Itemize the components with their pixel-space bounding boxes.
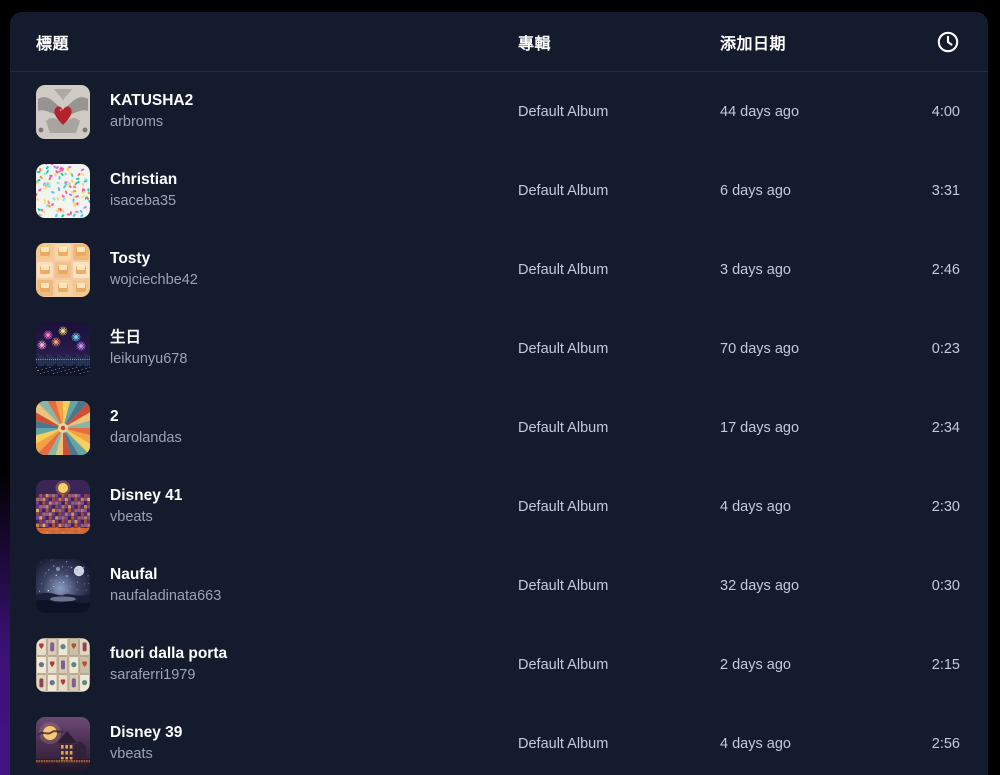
- track-duration: 2:30: [931, 498, 960, 515]
- winged-heart-artwork: [36, 84, 90, 139]
- track-row[interactable]: 2 darolandas Default Album 17 days ago 2…: [10, 388, 988, 467]
- pixel-castle-artwork: [36, 479, 90, 534]
- galaxy-night-artwork: [36, 558, 90, 613]
- tarot-cards-artwork: [36, 637, 90, 692]
- track-album[interactable]: Default Album: [518, 262, 608, 278]
- track-date-added: 44 days ago: [720, 103, 800, 120]
- radial-burst-artwork: [36, 400, 90, 455]
- track-duration: 2:15: [931, 656, 960, 673]
- track-date-added: 4 days ago: [720, 498, 791, 515]
- track-artist[interactable]: vbeats: [110, 746, 182, 763]
- track-meta: fuori dalla porta saraferri1979: [110, 645, 227, 683]
- track-date-added: 32 days ago: [720, 577, 800, 594]
- track-album[interactable]: Default Album: [518, 420, 608, 436]
- track-title: Christian: [110, 171, 178, 189]
- track-title: 生日: [110, 329, 142, 347]
- track-title: Naufal: [110, 566, 158, 584]
- app-window: 標題 專輯 添加日期 KATUSHA2 arbroms Default Albu…: [0, 0, 1000, 775]
- track-duration: 2:46: [931, 261, 960, 278]
- track-duration: 4:00: [931, 103, 960, 120]
- track-album[interactable]: Default Album: [518, 183, 608, 199]
- track-title-cell: 2 darolandas: [36, 400, 182, 455]
- track-date-added: 6 days ago: [720, 182, 791, 199]
- track-title-cell: Tosty wojciechbe42: [36, 242, 198, 297]
- track-list-header: 標題 專輯 添加日期: [10, 12, 988, 72]
- track-row[interactable]: Disney 41 vbeats Default Album 4 days ag…: [10, 467, 988, 546]
- track-title: 2: [110, 408, 119, 426]
- track-meta: 2 darolandas: [110, 408, 182, 446]
- track-meta: Naufal naufaladinata663: [110, 566, 221, 604]
- track-meta: Christian isaceba35: [110, 171, 177, 209]
- track-meta: Disney 41 vbeats: [110, 487, 182, 525]
- track-list-panel: 標題 專輯 添加日期 KATUSHA2 arbroms Default Albu…: [10, 12, 988, 775]
- track-list: KATUSHA2 arbroms Default Album 44 days a…: [10, 72, 988, 775]
- track-duration: 2:56: [931, 735, 960, 752]
- track-duration: 2:34: [931, 419, 960, 436]
- track-date-added: 17 days ago: [720, 419, 800, 436]
- track-title: Disney 41: [110, 487, 183, 505]
- track-meta: Disney 39 vbeats: [110, 724, 182, 762]
- track-date-added: 4 days ago: [720, 735, 791, 752]
- track-duration: 0:30: [931, 577, 960, 594]
- track-meta: Tosty wojciechbe42: [110, 250, 198, 288]
- track-artist[interactable]: wojciechbe42: [110, 272, 198, 289]
- column-header-album[interactable]: 專輯: [518, 30, 551, 54]
- track-title-cell: Disney 39 vbeats: [36, 716, 182, 771]
- toast-grid-artwork: [36, 242, 90, 297]
- clock-icon: [936, 30, 960, 54]
- column-header-date-added[interactable]: 添加日期: [720, 30, 786, 54]
- haunted-mansion-artwork: [36, 716, 90, 771]
- track-album[interactable]: Default Album: [518, 341, 608, 357]
- track-artist[interactable]: isaceba35: [110, 193, 177, 210]
- track-meta: 生日 leikunyu678: [110, 329, 187, 367]
- track-album[interactable]: Default Album: [518, 104, 608, 120]
- track-row[interactable]: fuori dalla porta saraferri1979 Default …: [10, 625, 988, 704]
- track-row[interactable]: Disney 39 vbeats Default Album 4 days ag…: [10, 704, 988, 775]
- track-title: Tosty: [110, 250, 151, 268]
- fireworks-artwork: [36, 321, 90, 376]
- column-header-duration[interactable]: [936, 30, 960, 54]
- track-artist[interactable]: leikunyu678: [110, 351, 187, 368]
- track-artist[interactable]: darolandas: [110, 430, 182, 447]
- track-duration: 3:31: [931, 182, 960, 199]
- track-artist[interactable]: arbroms: [110, 114, 193, 131]
- track-row[interactable]: Naufal naufaladinata663 Default Album 32…: [10, 546, 988, 625]
- column-header-title[interactable]: 標題: [36, 30, 69, 54]
- track-artist[interactable]: naufaladinata663: [110, 588, 221, 605]
- track-title-cell: 生日 leikunyu678: [36, 321, 187, 376]
- track-artist[interactable]: saraferri1979: [110, 667, 227, 684]
- track-duration: 0:23: [931, 340, 960, 357]
- track-meta: KATUSHA2 arbroms: [110, 92, 193, 130]
- track-title-cell: KATUSHA2 arbroms: [36, 84, 193, 139]
- track-album[interactable]: Default Album: [518, 657, 608, 673]
- track-row[interactable]: 生日 leikunyu678 Default Album 70 days ago…: [10, 309, 988, 388]
- track-title-cell: fuori dalla porta saraferri1979: [36, 637, 227, 692]
- track-row[interactable]: KATUSHA2 arbroms Default Album 44 days a…: [10, 72, 988, 151]
- track-title: Disney 39: [110, 724, 183, 742]
- track-album[interactable]: Default Album: [518, 499, 608, 515]
- track-row[interactable]: Christian isaceba35 Default Album 6 days…: [10, 151, 988, 230]
- track-title-cell: Christian isaceba35: [36, 163, 177, 218]
- track-date-added: 3 days ago: [720, 261, 791, 278]
- track-row[interactable]: Tosty wojciechbe42 Default Album 3 days …: [10, 230, 988, 309]
- track-artist[interactable]: vbeats: [110, 509, 182, 526]
- track-date-added: 2 days ago: [720, 656, 791, 673]
- track-title: KATUSHA2: [110, 92, 194, 110]
- track-album[interactable]: Default Album: [518, 578, 608, 594]
- track-album[interactable]: Default Album: [518, 736, 608, 752]
- track-title: fuori dalla porta: [110, 645, 228, 663]
- track-date-added: 70 days ago: [720, 340, 800, 357]
- confetti-artwork: [36, 163, 90, 218]
- track-title-cell: Disney 41 vbeats: [36, 479, 182, 534]
- track-title-cell: Naufal naufaladinata663: [36, 558, 221, 613]
